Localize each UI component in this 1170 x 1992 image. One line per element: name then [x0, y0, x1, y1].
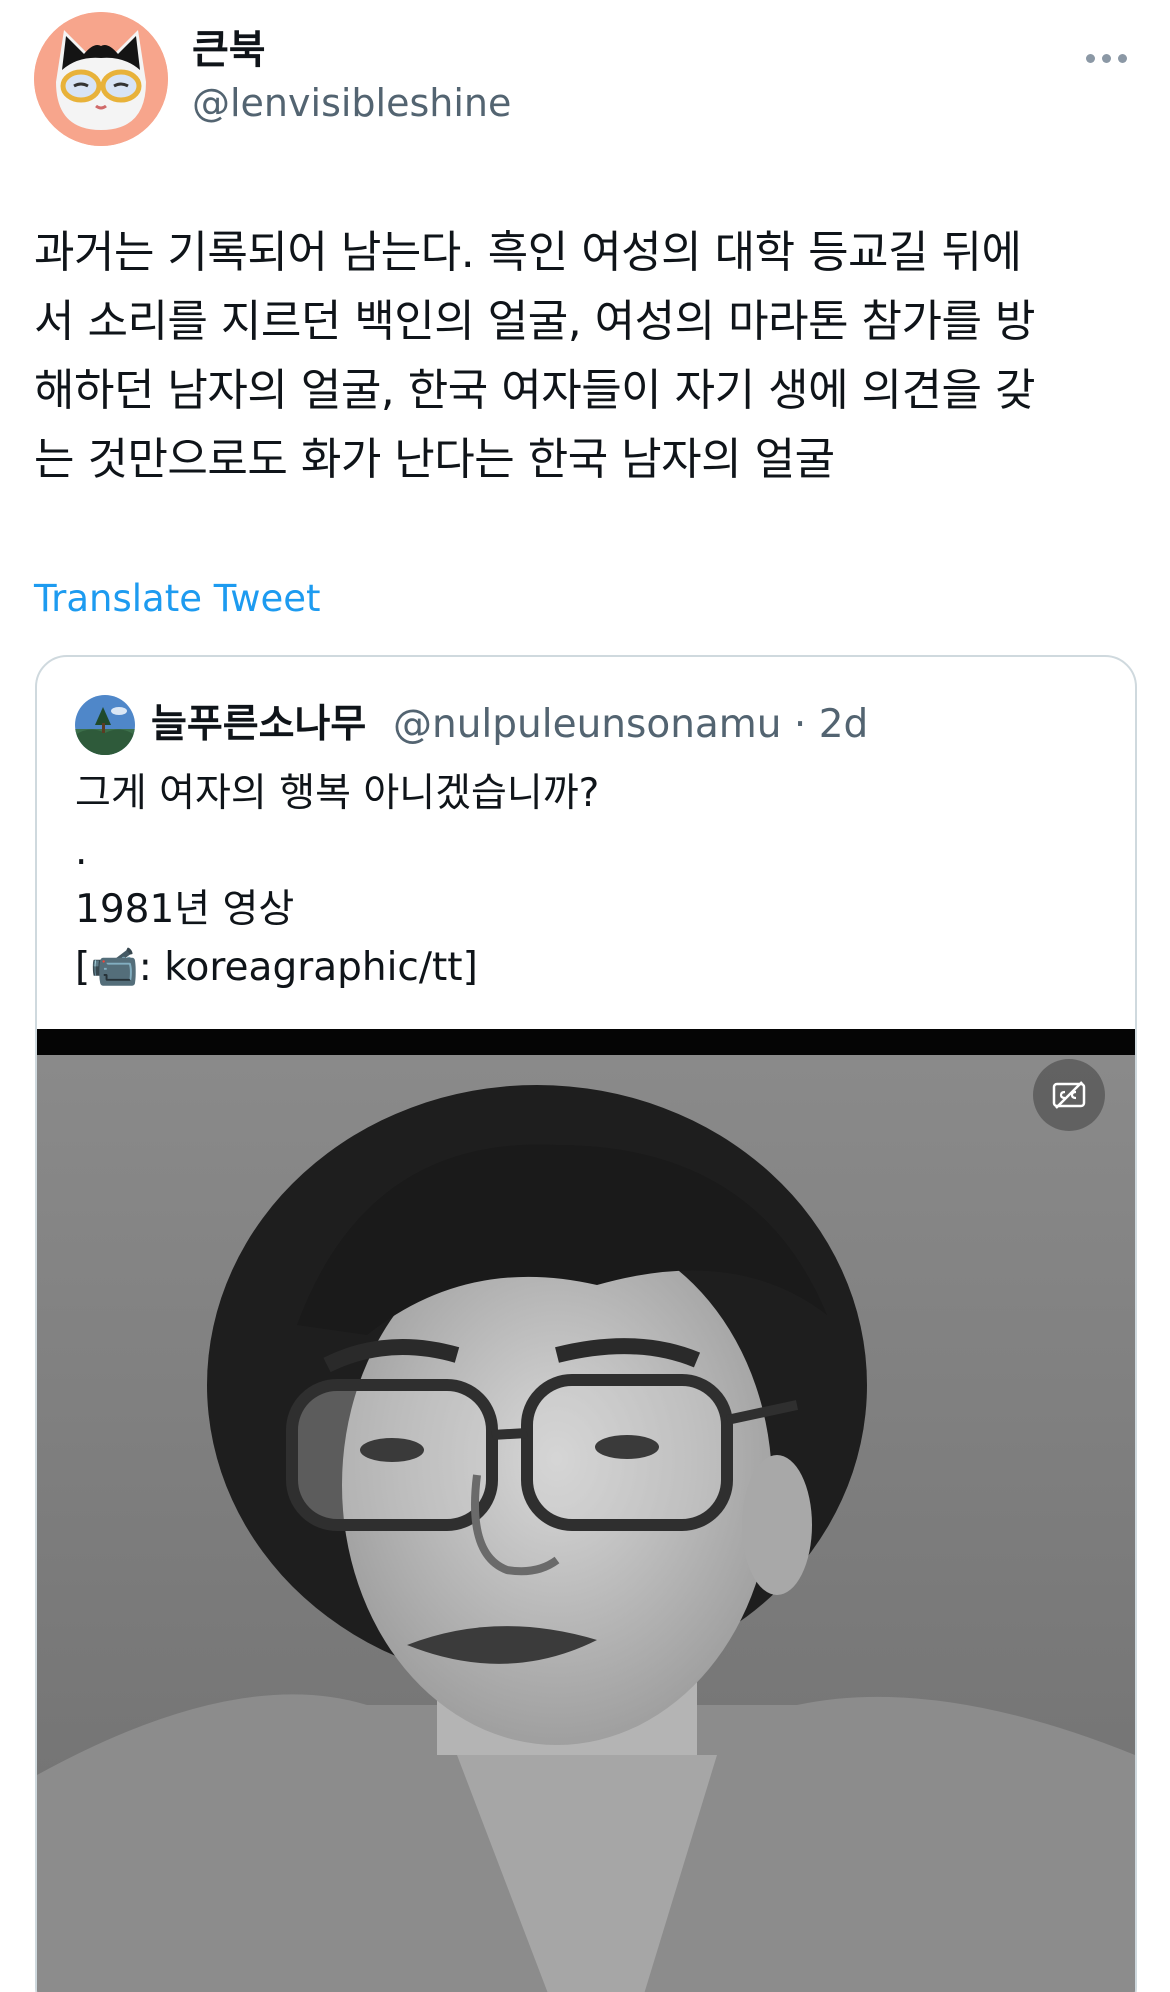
quoted-tweet-text: 그게 여자의 행복 아니겠습니까? . 1981년 영상 [📹: koreagr…: [75, 771, 600, 990]
video-letterbox-bar: [37, 1029, 1135, 1055]
cat-avatar-icon[interactable]: [34, 12, 168, 146]
tweet-header: 큰북 @lenvisibleshine: [34, 12, 1136, 148]
more-dot: [1085, 53, 1095, 63]
more-horizontal-icon[interactable]: [1076, 38, 1136, 78]
more-dot: [1117, 53, 1127, 63]
translate-tweet-link[interactable]: Translate Tweet: [34, 576, 321, 622]
video-thumbnail[interactable]: [37, 1029, 1135, 1992]
author-display-name[interactable]: 큰북: [192, 26, 266, 74]
video-frame-image: [37, 1055, 1135, 1992]
quoted-tweet-card[interactable]: 늘푸른소나무 @nulpuleunsonamu · 2d 그게 여자의 행복 아…: [35, 655, 1137, 1992]
author-handle[interactable]: @lenvisibleshine: [192, 80, 511, 126]
tweet-page: 큰북 @lenvisibleshine 과거는 기록되어 남는다. 흑인 여성의…: [0, 0, 1170, 1992]
captions-off-icon[interactable]: [1033, 1059, 1105, 1131]
landscape-avatar-icon[interactable]: [75, 695, 135, 755]
tweet-text: 과거는 기록되어 남는다. 흑인 여성의 대학 등교길 뒤에 서 소리를 지르던…: [34, 227, 1035, 485]
quoted-handle-time[interactable]: @nulpuleunsonamu · 2d: [393, 701, 868, 749]
more-dot: [1101, 53, 1111, 63]
quoted-display-name[interactable]: 늘푸른소나무: [151, 701, 366, 749]
